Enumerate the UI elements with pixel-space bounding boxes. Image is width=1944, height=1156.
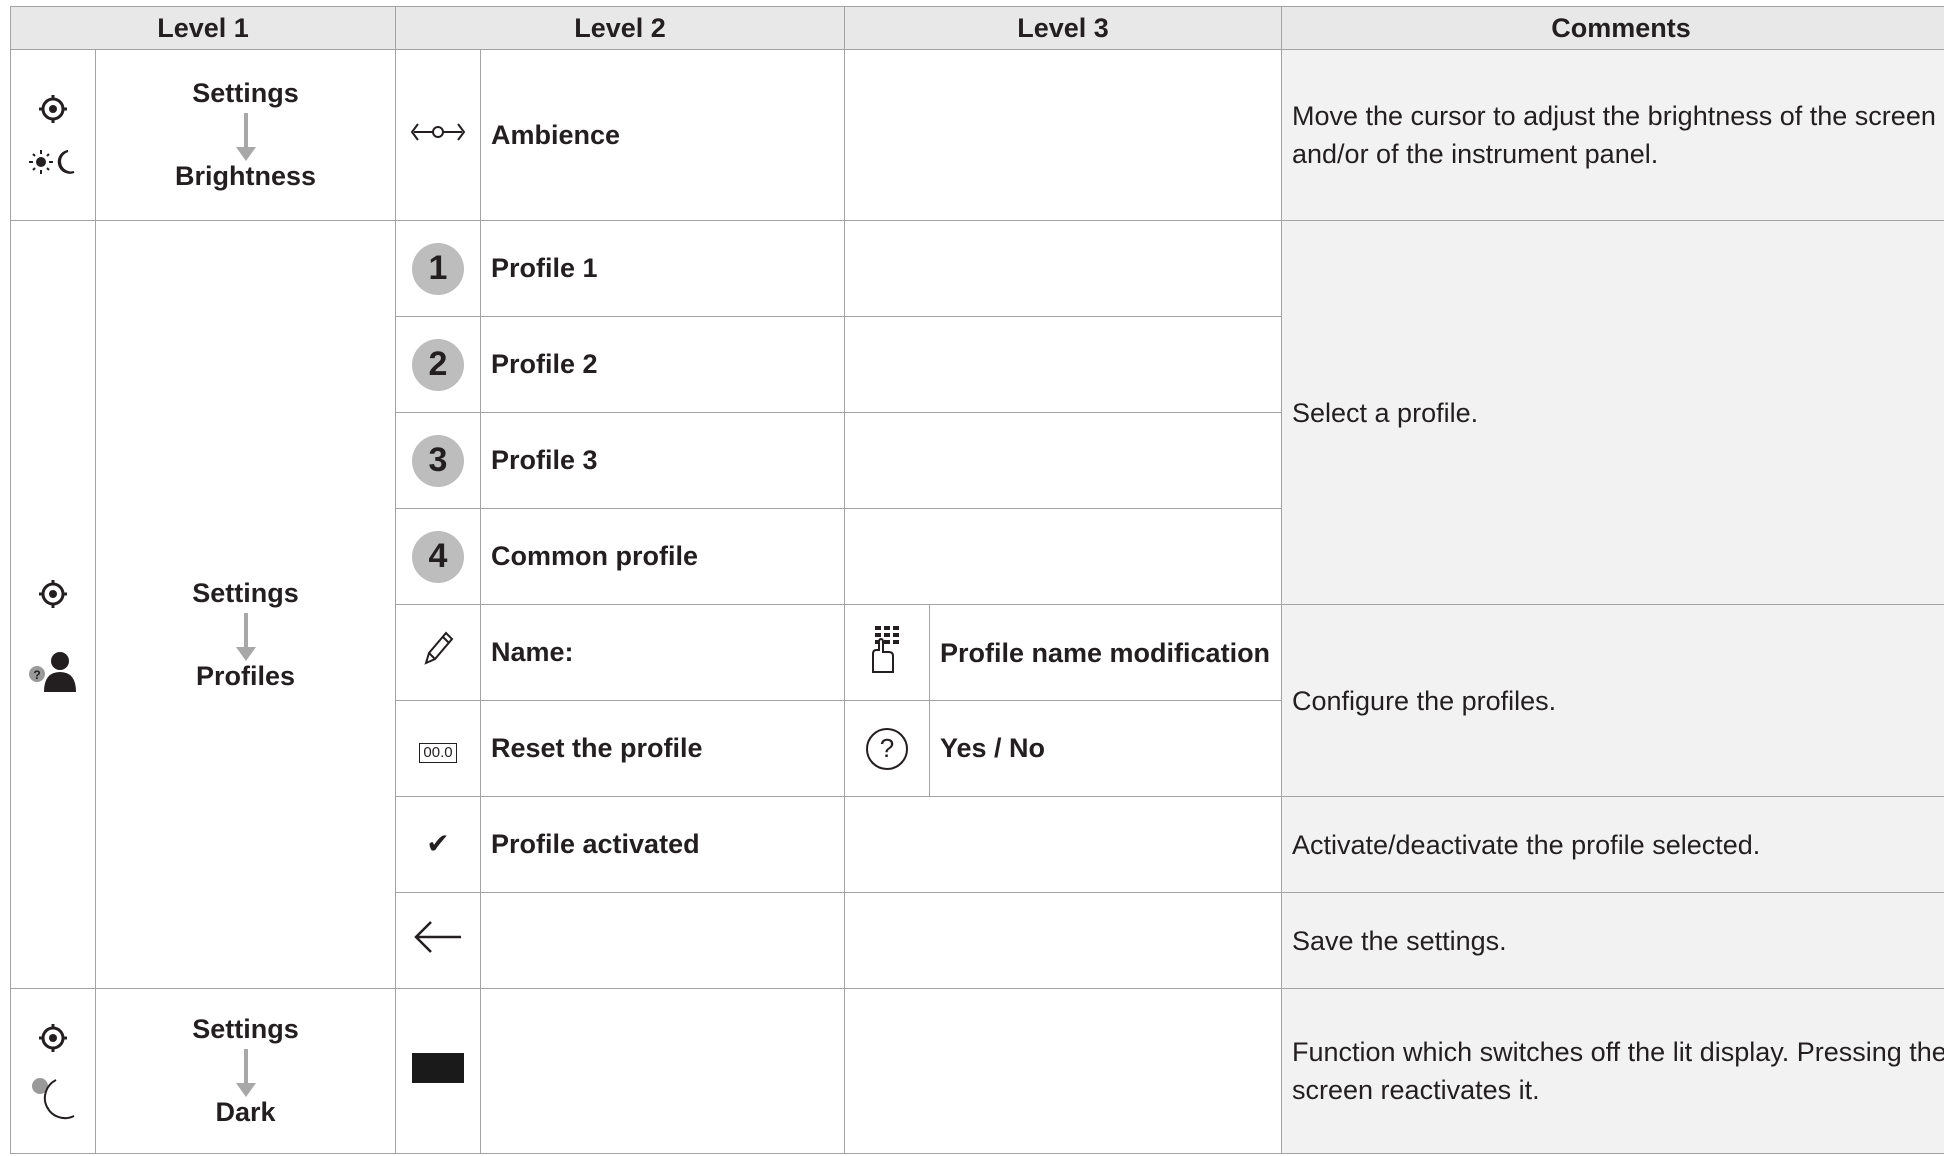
- level1-brightness: Settings Brightness: [95, 49, 396, 221]
- question-icon: ?: [866, 727, 908, 770]
- back-arrow-icon[interactable]: [413, 920, 463, 954]
- header-comments: Comments: [1281, 6, 1944, 50]
- level2-ambience[interactable]: Ambience: [480, 49, 845, 221]
- reset-icon-cell: 00.0: [395, 700, 481, 797]
- level2-empty: [480, 988, 845, 1154]
- comment-select-profile: Select a profile.: [1281, 220, 1944, 605]
- moon-icon: [32, 1078, 75, 1120]
- profile-badge-cell: 4: [395, 508, 481, 605]
- level2-name[interactable]: Name:: [480, 604, 845, 701]
- level2-icon-cell: [395, 49, 481, 221]
- number-badge-icon: 2: [412, 338, 464, 391]
- settings-menu-table: Level 1 Level 2 Level 3 Comments Setting…: [10, 6, 1944, 1154]
- header-row: Level 1 Level 2 Level 3 Comments: [10, 6, 1944, 50]
- down-arrow-icon: [235, 1049, 256, 1097]
- pencil-icon: [424, 631, 454, 665]
- level3-empty: [844, 49, 1282, 221]
- level2-activated[interactable]: Profile activated: [480, 796, 845, 893]
- keypad-icon: [872, 626, 899, 673]
- checkmark-icon: ✔: [426, 828, 450, 859]
- profile-badge-cell: 3: [395, 412, 481, 509]
- level2-profile[interactable]: Profile 1: [480, 220, 845, 317]
- black-screen-icon[interactable]: [412, 1052, 464, 1083]
- level2-empty: [480, 892, 845, 989]
- level1-icons-profiles: ?: [10, 220, 96, 989]
- level1-icons-brightness: [10, 49, 96, 221]
- level3-name-modification[interactable]: Profile name modification: [929, 604, 1282, 701]
- gear-icon: [39, 579, 67, 608]
- level3-empty: [844, 988, 1282, 1154]
- gear-icon: [39, 95, 67, 123]
- level3-empty: [844, 316, 1282, 413]
- ambience-row: Settings Brightness Ambience Move the cu…: [10, 49, 1944, 221]
- level3-empty: [844, 796, 1282, 893]
- level2-profile[interactable]: Common profile: [480, 508, 845, 605]
- level1-bottom-label: Profiles: [195, 660, 296, 691]
- profile-badge-cell: 1: [395, 220, 481, 317]
- question-cell: ?: [844, 700, 930, 797]
- header-level3: Level 3: [844, 6, 1282, 50]
- back-cell: [395, 892, 481, 989]
- level2-profile[interactable]: Profile 3: [480, 412, 845, 509]
- profile-badge-cell: 2: [395, 316, 481, 413]
- level1-icons-dark: [10, 988, 96, 1154]
- comment-save: Save the settings.: [1281, 892, 1944, 989]
- header-level1: Level 1: [10, 6, 396, 50]
- level1-top-label: Settings: [192, 577, 299, 608]
- level1-top-label: Settings: [192, 78, 299, 108]
- level2-reset[interactable]: Reset the profile: [480, 700, 845, 797]
- dark-row: Settings Dark Function which switches of…: [10, 988, 1944, 1154]
- profile-row: ? Settings Profiles 1 Profile 1 Select a…: [10, 220, 1944, 989]
- check-cell: ✔: [395, 796, 481, 893]
- slider-icon: [410, 122, 466, 141]
- counter-reset-icon: 00.0: [419, 743, 457, 763]
- level3-yes-no[interactable]: Yes / No: [929, 700, 1282, 797]
- sun-moon-icon: [29, 150, 75, 174]
- level3-empty: [844, 508, 1282, 605]
- number-badge-icon: 1: [412, 242, 464, 295]
- level3-empty: [844, 892, 1282, 989]
- comment-ambience: Move the cursor to adjust the brightness…: [1281, 49, 1944, 221]
- profile-user-icon: ?: [29, 651, 76, 692]
- down-arrow-icon: [235, 113, 256, 161]
- gear-icon: [39, 1024, 67, 1052]
- dark-icon-cell: [395, 988, 481, 1154]
- number-badge-icon: 3: [412, 434, 464, 487]
- header-level2: Level 2: [395, 6, 845, 50]
- comment-dark: Function which switches off the lit disp…: [1281, 988, 1944, 1154]
- level1-bottom-label: Dark: [215, 1097, 276, 1127]
- level1-dark: Settings Dark: [95, 988, 396, 1154]
- level2-profile[interactable]: Profile 2: [480, 316, 845, 413]
- level1-profiles: Settings Profiles: [95, 220, 396, 989]
- svg-text:?: ?: [33, 668, 40, 682]
- level1-top-label: Settings: [192, 1014, 299, 1044]
- comment-configure: Configure the profiles.: [1281, 604, 1944, 797]
- number-badge-icon: 4: [412, 530, 464, 583]
- pencil-cell: [395, 604, 481, 701]
- comment-activate: Activate/deactivate the profile selected…: [1281, 796, 1944, 893]
- level3-empty: [844, 412, 1282, 509]
- level3-empty: [844, 220, 1282, 317]
- down-arrow-icon: [235, 612, 256, 661]
- keypad-cell: [844, 604, 930, 701]
- level1-bottom-label: Brightness: [174, 161, 317, 191]
